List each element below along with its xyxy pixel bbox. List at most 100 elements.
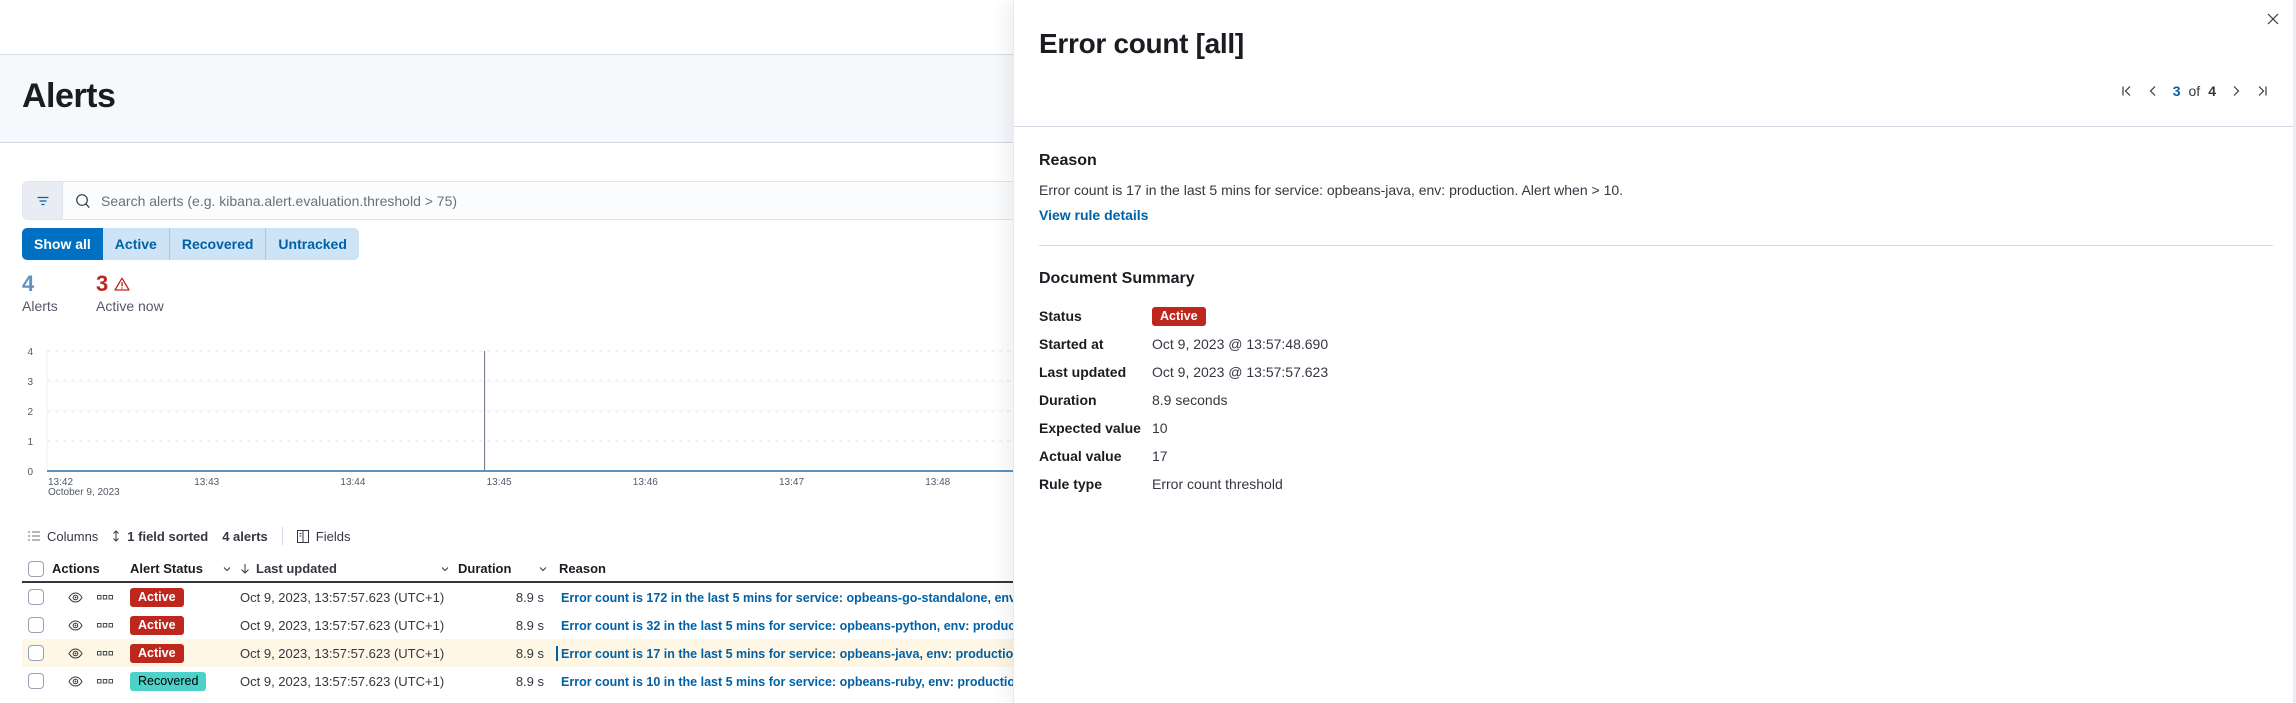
table-row[interactable]: Active Oct 9, 2023, 13:57:57.623 (UTC+1) 8… bbox=[22, 583, 1013, 611]
summary-row-last-updated: Last updated Oct 9, 2023 @ 13:57:57.623 bbox=[1039, 364, 1329, 380]
more-actions-icon[interactable] bbox=[97, 650, 113, 656]
chevron-down-icon[interactable] bbox=[222, 564, 232, 574]
warning-icon bbox=[114, 277, 130, 291]
last-updated-cell: Oct 9, 2023, 13:57:57.623 (UTC+1) bbox=[240, 589, 445, 605]
header-actions: Actions bbox=[52, 561, 100, 576]
summary-row-started-at: Started at Oct 9, 2023 @ 13:57:48.690 bbox=[1039, 336, 1329, 352]
table-toolbar: Columns 1 field sorted 4 alerts Fields bbox=[28, 526, 364, 546]
summary-row-actual-value: Actual value 17 bbox=[1039, 448, 1168, 464]
view-rule-details-link[interactable]: View rule details bbox=[1039, 207, 1148, 223]
chevron-down-icon[interactable] bbox=[538, 564, 548, 574]
alerts-total-count: 4 alerts bbox=[222, 528, 268, 544]
sort-icon bbox=[113, 530, 120, 542]
more-actions-icon[interactable] bbox=[97, 622, 113, 628]
reason-text: Error count is 17 in the last 5 mins for… bbox=[1039, 182, 1624, 198]
table-row[interactable]: Active Oct 9, 2023, 13:57:57.623 (UTC+1) 8… bbox=[22, 639, 1013, 667]
top-navigation bbox=[0, 0, 1013, 55]
fields-label: Fields bbox=[315, 528, 351, 544]
status-filter-recovered[interactable]: Recovered bbox=[169, 228, 267, 260]
page-header: Alerts bbox=[0, 55, 1013, 143]
y-tick-label: 4 bbox=[27, 347, 33, 358]
y-tick-label: 2 bbox=[27, 407, 33, 418]
fields-button[interactable]: Fields bbox=[296, 528, 351, 544]
x-tick-label: 13:44 bbox=[340, 477, 365, 488]
status-filter-group: Show all Active Recovered Untracked bbox=[22, 228, 359, 260]
flyout-pagination: 3 of 4 bbox=[2121, 80, 2268, 102]
table-header: Actions Alert Status Last updated Durati… bbox=[22, 556, 1013, 583]
row-checkbox[interactable] bbox=[28, 645, 44, 661]
reason-link[interactable]: Error count is 172 in the last 5 mins fo… bbox=[556, 590, 1013, 605]
close-icon[interactable] bbox=[2266, 12, 2280, 26]
filter-icon bbox=[36, 196, 49, 205]
summary-row-rule-type: Rule type Error count threshold bbox=[1039, 476, 1283, 492]
first-page-button[interactable] bbox=[2121, 85, 2133, 97]
duration-cell: 8.9 s bbox=[515, 645, 544, 661]
alerts-count: 4 bbox=[22, 271, 35, 296]
select-all-checkbox[interactable] bbox=[28, 560, 44, 577]
table-body: Active Oct 9, 2023, 13:57:57.623 (UTC+1) 8… bbox=[22, 583, 1013, 695]
last-updated-cell: Oct 9, 2023, 13:57:57.623 (UTC+1) bbox=[240, 645, 445, 661]
next-page-button[interactable] bbox=[2230, 85, 2242, 97]
active-count-stat: 3 Active now bbox=[96, 271, 164, 315]
sort-label: 1 field sorted bbox=[127, 528, 209, 544]
x-tick-label: 13:43 bbox=[194, 477, 219, 488]
document-summary-title: Document Summary bbox=[1039, 270, 1195, 287]
search-input[interactable] bbox=[101, 192, 901, 209]
eye-icon[interactable] bbox=[68, 591, 83, 603]
eye-icon[interactable] bbox=[68, 619, 83, 631]
status-badge: Active bbox=[1152, 306, 1206, 326]
more-actions-icon[interactable] bbox=[97, 678, 113, 684]
status-badge: Active bbox=[130, 587, 184, 607]
first-page-icon bbox=[2122, 86, 2131, 96]
eye-icon[interactable] bbox=[68, 675, 83, 687]
status-filter-active[interactable]: Active bbox=[102, 228, 170, 260]
alerts-table: Actions Alert Status Last updated Durati… bbox=[22, 556, 1013, 695]
chevron-left-icon bbox=[2149, 86, 2156, 96]
header-alert-status[interactable]: Alert Status bbox=[130, 561, 240, 576]
reason-link[interactable]: Error count is 10 in the last 5 mins for… bbox=[556, 674, 1013, 689]
header-duration[interactable]: Duration bbox=[458, 561, 556, 576]
fields-icon bbox=[296, 529, 309, 543]
flyout-header-divider bbox=[1014, 126, 2296, 127]
reason-title: Reason bbox=[1039, 152, 1097, 169]
previous-page-button[interactable] bbox=[2147, 85, 2159, 97]
reason-link[interactable]: Error count is 17 in the last 5 mins for… bbox=[556, 645, 1013, 661]
chevron-down-icon[interactable] bbox=[440, 564, 450, 574]
search-bar bbox=[22, 181, 1013, 220]
row-checkbox[interactable] bbox=[28, 589, 44, 605]
last-page-button[interactable] bbox=[2256, 85, 2268, 97]
eye-icon[interactable] bbox=[68, 647, 83, 659]
status-filter-untracked[interactable]: Untracked bbox=[266, 228, 359, 260]
table-row[interactable]: Recovered Oct 9, 2023, 13:57:57.623 (UTC+… bbox=[22, 667, 1013, 695]
x-tick-label: 13:48 bbox=[925, 477, 950, 488]
status-badge: Active bbox=[130, 615, 184, 635]
alerts-count-label: Alerts bbox=[22, 298, 58, 314]
x-tick-label: 13:47 bbox=[779, 477, 804, 488]
flyout-title: Error count [all] bbox=[1039, 28, 1244, 59]
header-reason[interactable]: Reason bbox=[556, 561, 1013, 576]
current-page[interactable]: 3 bbox=[2173, 83, 2181, 99]
y-tick-label: 0 bbox=[27, 467, 33, 478]
duration-cell: 8.9 s bbox=[515, 617, 544, 633]
flyout-body: Reason Error count is 17 in the last 5 m… bbox=[1039, 152, 2273, 498]
summary-row-duration: Duration 8.9 seconds bbox=[1039, 392, 1228, 408]
more-actions-icon[interactable] bbox=[97, 594, 113, 600]
last-updated-cell: Oct 9, 2023, 13:57:57.623 (UTC+1) bbox=[240, 673, 445, 689]
row-checkbox[interactable] bbox=[28, 673, 44, 689]
page-title: Alerts bbox=[22, 77, 116, 115]
filter-button[interactable] bbox=[23, 182, 63, 219]
active-count: 3 bbox=[96, 271, 109, 296]
chevron-right-icon bbox=[2233, 86, 2240, 96]
duration-cell: 8.9 s bbox=[515, 589, 544, 605]
reason-link[interactable]: Error count is 32 in the last 5 mins for… bbox=[556, 618, 1013, 633]
sort-button[interactable]: 1 field sorted bbox=[112, 529, 208, 544]
search-icon bbox=[75, 193, 91, 209]
columns-button[interactable]: Columns bbox=[28, 529, 98, 544]
active-count-label: Active now bbox=[96, 298, 164, 314]
row-checkbox[interactable] bbox=[28, 617, 44, 633]
table-row[interactable]: Active Oct 9, 2023, 13:57:57.623 (UTC+1) 8… bbox=[22, 611, 1013, 639]
header-last-updated[interactable]: Last updated bbox=[240, 561, 458, 576]
total-pages[interactable]: 4 bbox=[2208, 83, 2216, 99]
sort-descending-icon bbox=[241, 564, 249, 574]
status-filter-show-all[interactable]: Show all bbox=[22, 228, 103, 260]
